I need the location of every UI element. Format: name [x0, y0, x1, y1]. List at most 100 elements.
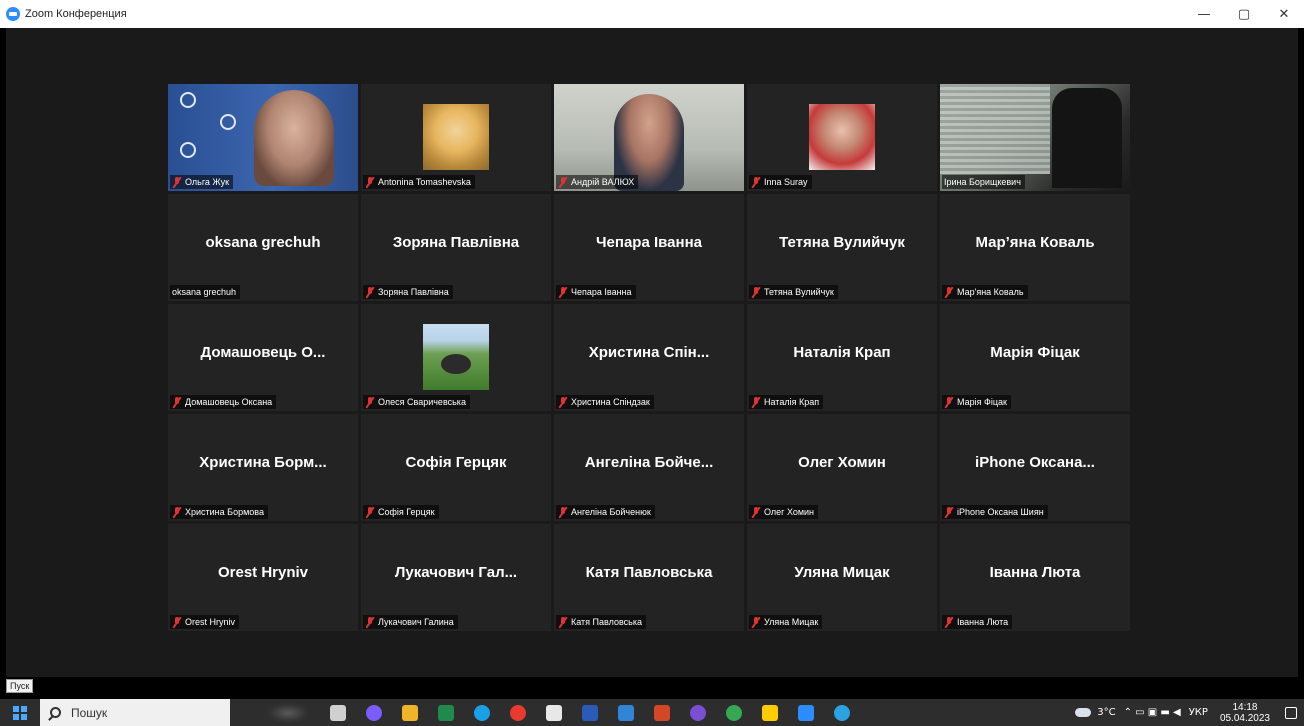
participant-tile[interactable]: Зоряна Павлівна Зоряна Павлівна: [361, 194, 551, 301]
participant-name: Уляна Мицак: [764, 617, 819, 627]
mic-muted-icon: [365, 396, 375, 408]
participant-name: Андрій ВАЛЮХ: [571, 177, 635, 187]
participant-nameplate: Христина Бормова: [170, 505, 268, 519]
participant-nameplate: Тетяна Вулийчук: [749, 285, 838, 299]
participant-nameplate: Чепара Іванна: [556, 285, 636, 299]
participant-nameplate: Катя Павловська: [556, 615, 646, 629]
participant-display-name: Мар’яна Коваль: [975, 234, 1095, 251]
participant-tile[interactable]: Наталія Крап Наталія Крап: [747, 304, 937, 411]
participant-name: iPhone Оксана Шиян: [957, 507, 1044, 517]
temperature[interactable]: 3°C: [1097, 707, 1115, 718]
participant-name: Лукачович Галина: [378, 617, 454, 627]
participant-display-name: Христина Борм...: [199, 454, 327, 471]
taskbar-apps: [320, 699, 860, 726]
yandex-browser-icon[interactable]: [759, 702, 781, 724]
mic-muted-icon: [558, 286, 568, 298]
clock[interactable]: 14:18 05.04.2023: [1220, 702, 1270, 724]
clock-date: 05.04.2023: [1219, 712, 1270, 724]
search-highlight-icon[interactable]: [264, 701, 308, 724]
participant-tile[interactable]: Ірина Борищкевич: [940, 84, 1130, 191]
calculator-icon[interactable]: [543, 702, 565, 724]
participant-nameplate: Олег Хомин: [749, 505, 819, 519]
participant-nameplate: Наталія Крап: [749, 395, 824, 409]
title-bar: Zoom Конференция — ▢ ✕: [0, 0, 1304, 28]
mic-muted-icon: [751, 396, 761, 408]
participant-tile[interactable]: Inna Suray: [747, 84, 937, 191]
participant-tile[interactable]: Андрій ВАЛЮХ: [554, 84, 744, 191]
participant-display-name: Уляна Мицак: [794, 564, 890, 581]
zoom-app-icon: [6, 7, 20, 21]
alice-icon[interactable]: [363, 702, 385, 724]
participant-nameplate: Софія Герцяк: [363, 505, 439, 519]
task-view-icon[interactable]: [327, 702, 349, 724]
participant-tile[interactable]: Чепара Іванна Чепара Іванна: [554, 194, 744, 301]
mic-muted-icon: [558, 506, 568, 518]
profile-photo: [423, 104, 489, 170]
participant-tile[interactable]: Уляна Мицак Уляна Мицак: [747, 524, 937, 631]
yandex-icon[interactable]: [507, 702, 529, 724]
participant-display-name: Христина Спін...: [588, 344, 710, 361]
participant-name: Ірина Борищкевич: [944, 177, 1021, 187]
participant-tile[interactable]: Ольга Жук: [168, 84, 358, 191]
participant-tile[interactable]: Олеся Сваричевська: [361, 304, 551, 411]
participant-tile[interactable]: Тетяна Вулийчук Тетяна Вулийчук: [747, 194, 937, 301]
participant-tile[interactable]: Катя Павловська Катя Павловська: [554, 524, 744, 631]
profile-photo: [423, 324, 489, 390]
weather-icon[interactable]: [1075, 708, 1092, 717]
taskbar-search[interactable]: Пошук: [40, 699, 230, 726]
participant-name: Домашовець Оксана: [185, 397, 273, 407]
participant-tile[interactable]: Марія Фіцак Марія Фіцак: [940, 304, 1130, 411]
participant-nameplate: iPhone Оксана Шиян: [942, 505, 1048, 519]
mic-muted-icon: [172, 176, 182, 188]
participant-nameplate: Іванна Люта: [942, 615, 1013, 629]
file-explorer-icon[interactable]: [399, 702, 421, 724]
language-indicator[interactable]: УКР: [1189, 707, 1208, 718]
participant-grid: Ольга Жук Antonina Tomashevska Андрій ВАЛЮ…: [168, 84, 1131, 631]
mic-muted-icon: [172, 396, 182, 408]
participant-tile[interactable]: Мар’яна Коваль Мар'яна Коваль: [940, 194, 1130, 301]
maximize-button[interactable]: ▢: [1224, 0, 1264, 28]
participant-tile[interactable]: Antonina Tomashevska: [361, 84, 551, 191]
notifications-button[interactable]: [1278, 699, 1304, 726]
participant-nameplate: Ольга Жук: [170, 175, 234, 189]
participant-tile[interactable]: Христина Спін... Христина Спіндзак: [554, 304, 744, 411]
participant-tile[interactable]: oksana grechuh oksana grechuh: [168, 194, 358, 301]
university-logo-icon: [180, 142, 196, 158]
participant-nameplate: Мар'яна Коваль: [942, 285, 1028, 299]
taskbar: Пошук 3°C ⌃ ▭ ▣ ▬ ◀ УКР 14:18 05.04.2023: [0, 699, 1304, 726]
participant-name: Іванна Люта: [957, 617, 1009, 627]
participant-tile[interactable]: Ангеліна Бойче... Ангеліна Бойченюк: [554, 414, 744, 521]
mic-muted-icon: [944, 286, 954, 298]
participant-name: Мар'яна Коваль: [957, 287, 1024, 297]
mic-muted-icon: [558, 616, 568, 628]
participant-display-name: oksana grechuh: [205, 234, 321, 251]
participant-tile[interactable]: Лукачович Гал... Лукачович Галина: [361, 524, 551, 631]
participant-display-name: Лукачович Гал...: [394, 564, 518, 581]
edge-icon[interactable]: [471, 702, 493, 724]
viber-icon[interactable]: [687, 702, 709, 724]
telegram-icon[interactable]: [831, 702, 853, 724]
start-tooltip: Пуск: [6, 679, 34, 693]
search-placeholder: Пошук: [71, 705, 108, 720]
powerpoint-icon[interactable]: [651, 702, 673, 724]
participant-tile[interactable]: Христина Борм... Христина Бормова: [168, 414, 358, 521]
participant-tile[interactable]: Олег Хомин Олег Хомин: [747, 414, 937, 521]
word-icon[interactable]: [579, 702, 601, 724]
mic-muted-icon: [944, 396, 954, 408]
participant-display-name: Іванна Люта: [989, 564, 1081, 581]
excel-icon[interactable]: [435, 702, 457, 724]
participant-tile[interactable]: Іванна Люта Іванна Люта: [940, 524, 1130, 631]
windows-icon: [13, 705, 27, 720]
participant-tile[interactable]: Софія Герцяк Софія Герцяк: [361, 414, 551, 521]
participant-nameplate: Уляна Мицак: [749, 615, 823, 629]
participant-tile[interactable]: Домашовець О... Домашовець Оксана: [168, 304, 358, 411]
minimize-button[interactable]: —: [1184, 0, 1224, 28]
zoom-icon[interactable]: [791, 699, 821, 726]
chrome-icon[interactable]: [723, 702, 745, 724]
mail-icon[interactable]: [615, 702, 637, 724]
close-button[interactable]: ✕: [1264, 0, 1304, 28]
start-button[interactable]: [0, 699, 40, 726]
tray-icons[interactable]: ⌃ ▭ ▣ ▬ ◀: [1124, 707, 1181, 718]
participant-tile[interactable]: Orest Hryniv Orest Hryniv: [168, 524, 358, 631]
participant-tile[interactable]: iPhone Оксана... iPhone Оксана Шиян: [940, 414, 1130, 521]
